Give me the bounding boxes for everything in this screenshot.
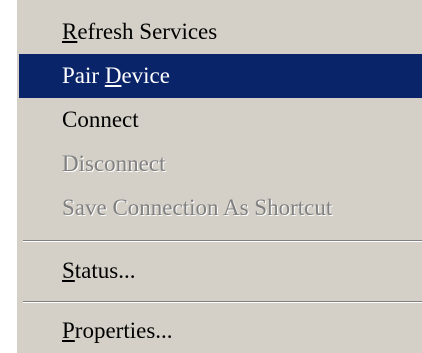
menu-separator [23, 240, 422, 242]
menu-item-label: Disconnect [62, 151, 166, 176]
menu-item-disconnect: Disconnect [19, 142, 422, 186]
menu-item-label: Connect [62, 107, 139, 132]
menu-item-pair-device[interactable]: Pair Device [19, 54, 422, 98]
menu-item-label: Pair Device [62, 63, 170, 88]
menu-item-label: Properties... [62, 318, 173, 343]
menu-separator [23, 301, 422, 303]
menu-item-label: Refresh Services [62, 19, 218, 44]
menu-item-save-connection-as-shortcut: Save Connection As Shortcut [19, 186, 422, 230]
menu-item-label: Save Connection As Shortcut [62, 195, 333, 220]
menu-item-properties[interactable]: Properties... [19, 309, 422, 353]
context-menu: Refresh Services Pair Device Connect Dis… [17, 0, 422, 353]
menu-item-refresh-services[interactable]: Refresh Services [19, 10, 422, 54]
menu-item-label: Status... [62, 258, 136, 283]
menu-item-connect[interactable]: Connect [19, 98, 422, 142]
menu-item-status[interactable]: Status... [19, 249, 422, 293]
